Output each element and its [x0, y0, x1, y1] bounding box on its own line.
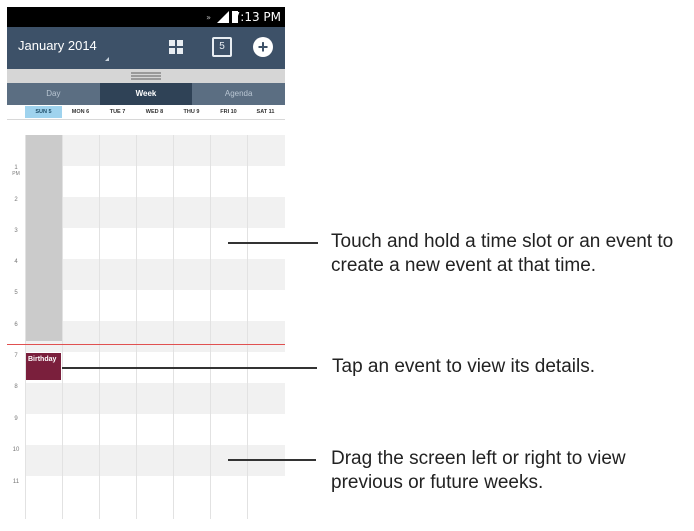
tab-day[interactable]: Day: [7, 83, 100, 105]
event-birthday[interactable]: Birthday: [26, 353, 61, 380]
day-header-sat[interactable]: SAT 11: [247, 106, 284, 118]
callout-text: Drag the screen left or right to view pr…: [331, 448, 626, 493]
grid-column-divider: [136, 135, 137, 519]
status-time: 7:13 PM: [232, 10, 281, 24]
day-header-thu[interactable]: THU 9: [173, 106, 210, 118]
hour-label-7: 7: [14, 353, 18, 359]
grid-column-divider: [173, 135, 174, 519]
hour-label-5: 5: [14, 290, 18, 296]
hour-label-4: 4: [14, 259, 18, 265]
hour-label-9: 9: [14, 416, 18, 422]
mini-calendar-handle-bar[interactable]: [7, 69, 285, 83]
day-header-wed[interactable]: WED 8: [136, 106, 173, 118]
signal-icon: [217, 11, 229, 23]
hour-label-11: 11: [12, 479, 20, 485]
day-header-sun[interactable]: SUN 5: [25, 106, 62, 118]
hour-label-8: 8: [14, 384, 18, 390]
time-slot-row[interactable]: [25, 197, 285, 228]
header-divider: [7, 119, 285, 120]
week-day-header: SUN 5 MON 6 TUE 7 WED 8 THU 9 FRI 10 SAT…: [25, 106, 285, 118]
status-bar: » 7:13 PM: [7, 7, 285, 27]
grid-column-divider: [25, 135, 26, 519]
today-icon[interactable]: 5: [212, 37, 232, 57]
tab-agenda[interactable]: Agenda: [192, 83, 285, 105]
tab-week[interactable]: Week: [99, 83, 193, 105]
week-time-grid[interactable]: 1 PM 2 3 4 5 6 7 8 9 10 11 Birthday: [7, 135, 285, 519]
grid-column-divider: [62, 135, 63, 519]
callout-text: Touch and hold a time slot or an event t…: [331, 231, 674, 276]
hour-label-10: 10: [12, 447, 20, 453]
current-time-line: [7, 344, 285, 345]
month-selector[interactable]: January 2014: [18, 38, 97, 53]
drag-handle-icon[interactable]: [131, 72, 161, 80]
hour-label-1: 1 PM: [12, 165, 20, 177]
add-event-icon[interactable]: +: [253, 37, 273, 57]
action-bar: January 2014 5 +: [7, 27, 285, 69]
grid-column-divider: [247, 135, 248, 519]
callout-pointer-line: [62, 367, 317, 369]
time-slot-row[interactable]: [25, 383, 285, 414]
time-slot-row[interactable]: [25, 135, 285, 166]
callout-pointer-line: [228, 459, 316, 461]
callout-pointer-line: [228, 242, 318, 244]
grid-column-divider: [99, 135, 100, 519]
grid-column-divider: [210, 135, 211, 519]
hour-label-2: 2: [14, 197, 18, 203]
view-tabs: Day Week Agenda: [7, 83, 285, 105]
time-slot-row[interactable]: [25, 259, 285, 290]
calendar-screen: » 7:13 PM January 2014 5 + Day Week Agen…: [7, 7, 285, 519]
hour-label-6: 6: [14, 322, 18, 328]
day-header-mon[interactable]: MON 6: [62, 106, 99, 118]
hour-label-3: 3: [14, 228, 18, 234]
calendar-grid-icon[interactable]: [166, 37, 186, 57]
network-type-icon: »: [206, 13, 211, 22]
dropdown-caret-icon: [105, 57, 109, 61]
callout-text: Tap an event to view its details.: [332, 356, 595, 377]
day-header-tue[interactable]: TUE 7: [99, 106, 136, 118]
day-header-fri[interactable]: FRI 10: [210, 106, 247, 118]
today-column-highlight: [25, 135, 62, 341]
time-slot-row[interactable]: [25, 321, 285, 352]
